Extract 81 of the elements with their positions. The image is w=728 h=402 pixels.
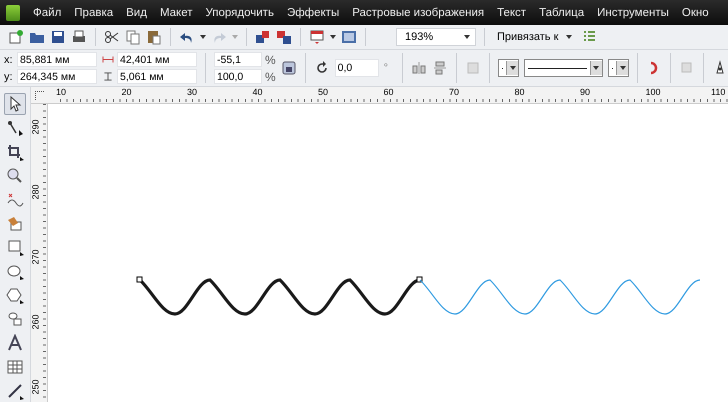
percent-label: % (265, 52, 276, 66)
basic-shapes-icon (6, 310, 24, 328)
menu-item[interactable]: Вид (126, 6, 147, 18)
crop-icon (6, 142, 24, 161)
smart-fill-icon (6, 214, 24, 233)
start-arrow-dropdown[interactable] (498, 59, 520, 77)
table-icon (6, 358, 24, 376)
caret-icon (510, 66, 516, 70)
dimension-icon (6, 382, 24, 400)
y-position-field[interactable]: 264,345 мм (17, 69, 97, 84)
ruler-label: 280 (30, 184, 41, 200)
copy-icon[interactable] (125, 29, 141, 45)
ruler-label: 250 (30, 379, 41, 395)
zoom-dropdown[interactable]: 193% (396, 28, 476, 46)
line-style-dropdown[interactable] (524, 59, 603, 77)
menu-item[interactable]: Эффекты (286, 6, 340, 18)
ruler-label: 70 (449, 87, 460, 97)
caret-icon[interactable] (330, 35, 336, 39)
new-document-icon[interactable] (8, 29, 24, 45)
import-icon[interactable] (255, 29, 271, 45)
menu-item[interactable]: Упорядочить (206, 6, 274, 18)
scissors-icon[interactable] (104, 29, 120, 45)
ruler-label: 50 (318, 87, 328, 97)
ruler-label: 100 (646, 87, 661, 97)
menu-item[interactable]: Правка (74, 6, 114, 18)
y-label: y: (4, 70, 14, 82)
export-icon[interactable] (276, 29, 292, 45)
end-arrow-dropdown[interactable] (608, 59, 629, 77)
ruler-label: 20 (122, 87, 132, 97)
height-field[interactable]: 5,061 мм (117, 69, 197, 84)
ruler-label: 270 (30, 249, 41, 265)
printer-icon[interactable] (71, 29, 87, 45)
rectangle-icon (6, 238, 24, 256)
ruler-origin-icon[interactable] (31, 87, 48, 104)
ruler-label: 10 (56, 87, 66, 97)
publish-icon[interactable] (309, 29, 325, 45)
menu-item[interactable]: Растровые изображения (352, 6, 484, 18)
polygon-icon (6, 286, 24, 304)
percent-label: % (265, 70, 276, 84)
x-position-field[interactable]: 85,881 мм (17, 52, 97, 67)
shape-icon (6, 118, 24, 137)
selected-wave-curve[interactable] (136, 276, 422, 316)
clipboard-icon[interactable] (146, 29, 162, 45)
caret-icon (620, 66, 626, 70)
degree-label: ° (384, 62, 388, 74)
app-logo-icon[interactable] (6, 4, 20, 20)
scale-y-field[interactable]: 100,0 (214, 69, 262, 84)
caret-icon (593, 66, 600, 70)
menu-item[interactable]: Инструменты (597, 6, 669, 18)
scale-x-field[interactable]: -55,1 (214, 52, 262, 67)
mirror-vertical-icon[interactable] (432, 60, 448, 76)
ruler-label: 40 (252, 87, 263, 97)
ruler-label: 80 (514, 87, 525, 97)
ruler-label: 90 (580, 87, 590, 97)
ruler-label: 60 (384, 87, 394, 97)
width-field[interactable]: 42,401 мм (117, 52, 197, 67)
caret-icon[interactable] (200, 35, 206, 39)
caret-icon (566, 35, 572, 39)
ruler-label: 30 (187, 87, 198, 97)
snap-to-dropdown[interactable]: Привязать к (493, 31, 576, 43)
menu-item[interactable]: Файл (33, 6, 62, 18)
zoom-icon (6, 166, 24, 185)
save-icon[interactable] (50, 29, 66, 45)
ruler-label: 110 (711, 87, 726, 97)
menu-item[interactable]: Текст (497, 6, 526, 18)
caret-icon (464, 35, 470, 39)
lock-icon[interactable] (280, 60, 297, 76)
x-label: x: (4, 54, 14, 66)
menu-item[interactable]: Окно (682, 6, 709, 18)
pick-tool[interactable] (4, 93, 26, 115)
image-icon[interactable] (341, 29, 357, 45)
ruler-label: 260 (30, 314, 41, 330)
curve-icon (6, 190, 24, 209)
mirror-horizontal-icon[interactable] (411, 60, 428, 76)
text-icon (6, 334, 24, 352)
width-icon (102, 55, 114, 64)
ruler-label: 290 (30, 119, 41, 135)
menu-item[interactable]: Макет (160, 6, 192, 18)
height-icon (102, 72, 114, 81)
rotation-field[interactable]: 0,0 (334, 59, 379, 77)
menu-item[interactable]: Таблица (539, 6, 584, 18)
